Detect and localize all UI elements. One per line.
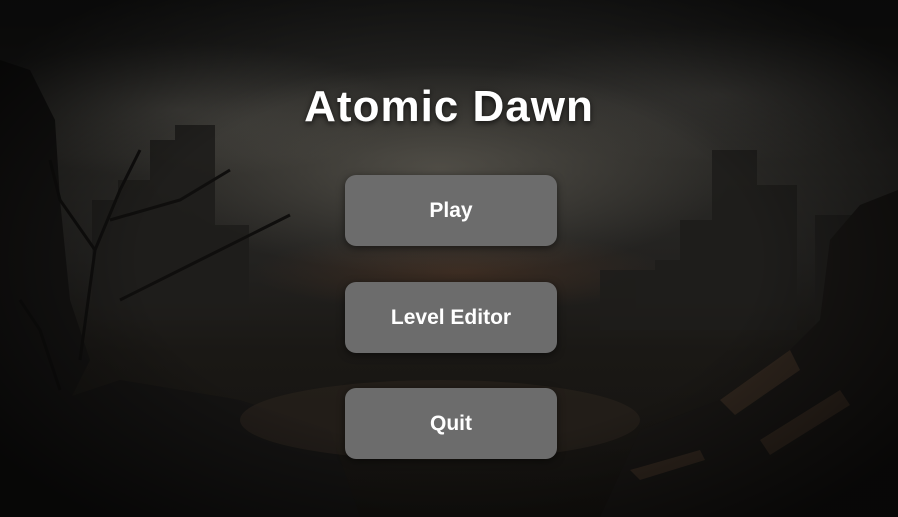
play-button-label: Play	[429, 198, 473, 222]
quit-button[interactable]: Quit	[345, 388, 557, 459]
quit-button-label: Quit	[430, 411, 472, 435]
main-menu-screen: Atomic Dawn Play Level Editor Quit	[0, 0, 898, 517]
level-editor-button-label: Level Editor	[390, 305, 512, 329]
level-editor-button[interactable]: Level Editor	[345, 282, 557, 353]
game-title: Atomic Dawn	[304, 82, 594, 131]
play-button[interactable]: Play	[345, 175, 557, 246]
